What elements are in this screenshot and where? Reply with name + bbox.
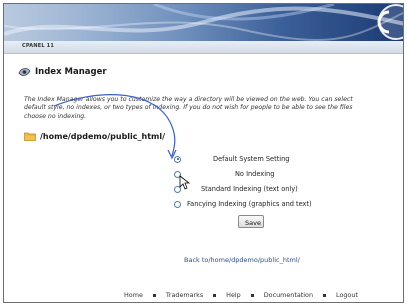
option-label: Standard Indexing (text only) <box>201 185 298 193</box>
directory-path-row: /home/dpdemo/public_html/ <box>24 131 165 141</box>
page-title: Index Manager <box>35 67 107 77</box>
title-row: Index Manager <box>18 66 107 78</box>
option-fancy-indexing[interactable]: Fancying Indexing (graphics and text) <box>174 200 312 208</box>
radio-default[interactable] <box>174 155 181 163</box>
directory-path: /home/dpdemo/public_html/ <box>40 131 166 141</box>
footer-separator <box>323 293 327 297</box>
back-link[interactable]: Back to/home/dpdemo/public_html/ <box>184 256 300 264</box>
banner-decoration <box>4 4 403 41</box>
footer-separator <box>250 293 254 297</box>
description: The Index Manager allows you to customiz… <box>24 96 403 121</box>
footer-link-logout[interactable]: Logout <box>336 291 358 299</box>
brand-label: CPANEL 11 <box>22 43 55 49</box>
option-label: Fancying Indexing (graphics and text) <box>187 200 312 208</box>
header-banner <box>4 4 403 41</box>
cpanel-logo-icon <box>377 4 403 40</box>
footer-separator <box>213 293 217 297</box>
description-line: choose no indexing. <box>24 112 87 120</box>
radio-no-indexing[interactable] <box>174 170 181 178</box>
footer-separator <box>152 293 156 297</box>
window-frame: CPANEL 11 Index Manager The Index Manage… <box>3 3 404 303</box>
option-label: No Indexing <box>235 170 275 178</box>
footer-link-trademarks[interactable]: Trademarks <box>166 291 203 299</box>
option-label: Default System Setting <box>213 155 290 163</box>
option-standard-indexing[interactable]: Standard Indexing (text only) <box>174 185 298 193</box>
footer-link-help[interactable]: Help <box>226 291 241 299</box>
eye-icon <box>18 68 31 76</box>
radio-fancy-indexing[interactable] <box>174 200 181 208</box>
folder-icon <box>24 132 36 141</box>
option-no-indexing[interactable]: No Indexing <box>174 170 274 178</box>
save-button[interactable]: Save <box>238 215 264 228</box>
footer-nav: Home Trademarks Help Documentation Logou… <box>124 291 358 299</box>
option-default[interactable]: Default System Setting <box>174 155 289 163</box>
sub-header-bar: CPANEL 11 <box>4 41 403 54</box>
footer-link-documentation[interactable]: Documentation <box>264 291 313 299</box>
footer-link-home[interactable]: Home <box>124 291 143 299</box>
description-line: default style, no indexes, or two types … <box>24 104 353 112</box>
radio-standard-indexing[interactable] <box>174 185 181 193</box>
